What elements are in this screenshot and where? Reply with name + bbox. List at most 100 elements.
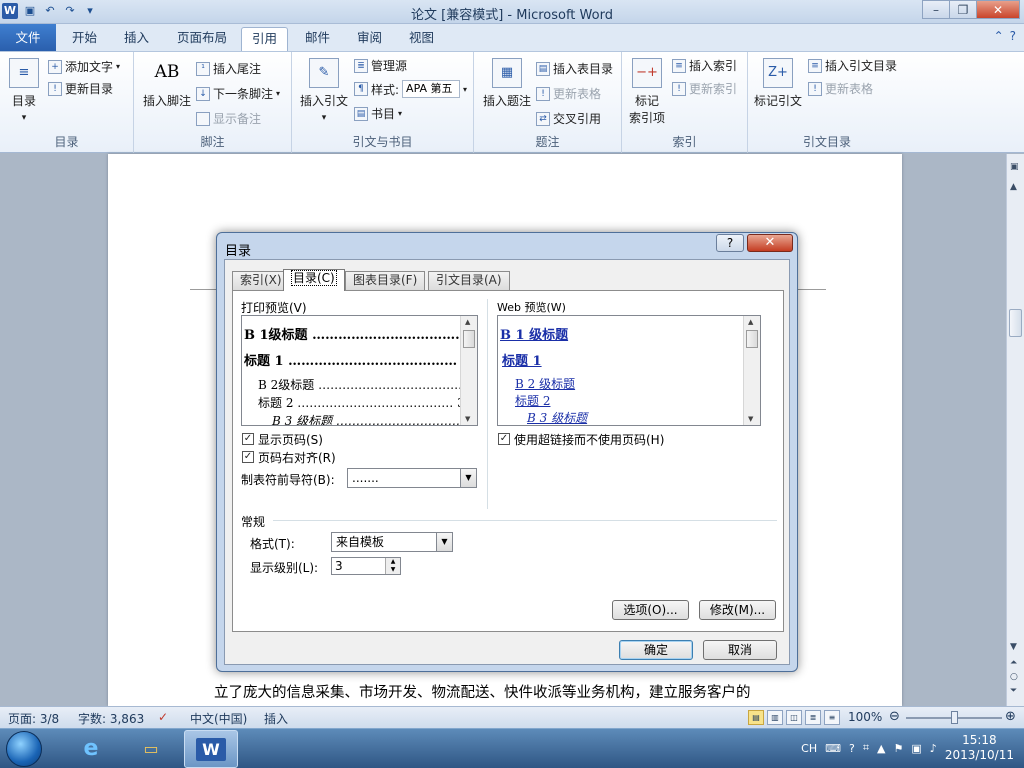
- restore-icon[interactable]: ❐: [949, 0, 977, 19]
- next-footnote-button[interactable]: ↓ 下一条脚注 ▾: [196, 85, 280, 102]
- insert-toa-button[interactable]: ≡ 插入引文目录: [808, 57, 897, 74]
- modify-button[interactable]: 修改(M)...: [699, 600, 776, 620]
- update-table-button[interactable]: ! 更新表格: [536, 85, 601, 102]
- divider: [273, 520, 777, 521]
- tab-file[interactable]: 文件: [0, 24, 56, 51]
- insert-citation-button[interactable]: ✎ 插入引文 ▾: [296, 58, 352, 123]
- help-icon[interactable]: ?: [849, 742, 855, 755]
- show-page-numbers-checkbox[interactable]: ✓: [242, 433, 254, 445]
- right-align-label[interactable]: 页码右对齐(R): [258, 449, 336, 466]
- web-preview-box[interactable]: B 1 级标题 标题 1 B 2 级标题 标题 2 B 3 级标题 ▲ ▼: [497, 315, 761, 426]
- language-indicator[interactable]: 中文(中国): [190, 710, 247, 727]
- tab-mailings[interactable]: 邮件: [295, 27, 340, 51]
- tab-index[interactable]: 索引(X): [232, 271, 290, 290]
- ruler-toggle-icon[interactable]: ▣: [1010, 162, 1019, 172]
- draft-icon[interactable]: ≡: [824, 710, 840, 725]
- toc-button[interactable]: ≡ 目录 ▾: [6, 58, 42, 123]
- tab-home[interactable]: 开始: [62, 27, 107, 51]
- zoom-slider-thumb[interactable]: [951, 711, 958, 724]
- volume-icon[interactable]: ♪: [930, 742, 937, 755]
- clock[interactable]: 15:18 2013/10/11: [945, 733, 1014, 763]
- document-text-line[interactable]: 立了庞大的信息采集、市场开发、物流配送、快件收派等业务机构，建立服务客户的: [214, 681, 751, 702]
- add-text-button[interactable]: + 添加文字 ▾: [48, 58, 120, 75]
- insert-mode-indicator[interactable]: 插入: [264, 710, 288, 727]
- next-page-icon[interactable]: ⏷: [1010, 686, 1017, 696]
- help-icon[interactable]: ?: [1010, 29, 1016, 43]
- zoom-in-icon[interactable]: ⊕: [1005, 709, 1016, 724]
- bibliography-button[interactable]: ▤ 书目 ▾: [354, 105, 402, 122]
- print-layout-icon[interactable]: ▤: [748, 710, 764, 725]
- dialog-close-button[interactable]: ✕: [747, 234, 793, 252]
- minimize-icon[interactable]: –: [922, 0, 950, 19]
- show-page-numbers-label[interactable]: 显示页码(S): [258, 431, 323, 448]
- manage-sources-button[interactable]: ≣ 管理源: [354, 57, 407, 74]
- use-hyperlinks-checkbox[interactable]: ✓: [498, 433, 510, 445]
- tab-table-of-figures[interactable]: 图表目录(F): [345, 271, 426, 290]
- style-selector[interactable]: ¶ 样式: APA 第五 ▾: [354, 80, 467, 98]
- tab-toc[interactable]: 目录(C): [283, 269, 345, 291]
- right-align-checkbox[interactable]: ✓: [242, 451, 254, 463]
- cross-reference-button[interactable]: ⇄ 交叉引用: [536, 110, 601, 127]
- action-center-icon[interactable]: ⚑: [894, 742, 904, 755]
- internet-explorer-icon[interactable]: e: [64, 730, 118, 768]
- input-language[interactable]: CH: [801, 742, 817, 755]
- chevron-down-icon[interactable]: ▼: [436, 533, 452, 551]
- previous-page-icon[interactable]: ⏶: [1010, 658, 1017, 668]
- tab-page-layout[interactable]: 页面布局: [167, 27, 237, 51]
- network-icon[interactable]: ▣: [911, 742, 921, 755]
- insert-endnote-button[interactable]: ¹ 插入尾注: [196, 60, 261, 77]
- start-button[interactable]: [6, 731, 42, 767]
- use-hyperlinks-label[interactable]: 使用超链接而不使用页码(H): [514, 431, 664, 448]
- update-toc-button[interactable]: ! 更新目录: [48, 80, 113, 97]
- chevron-down-icon[interactable]: ▼: [460, 469, 476, 487]
- scroll-up-icon[interactable]: ▲: [1010, 182, 1017, 192]
- vertical-scrollbar[interactable]: ▣ ▲ ▼ ⏶ ○ ⏷: [1006, 154, 1024, 706]
- tab-table-of-authorities[interactable]: 引文目录(A): [428, 271, 510, 290]
- web-layout-icon[interactable]: ◫: [786, 710, 802, 725]
- show-notes-button[interactable]: 显示备注: [196, 110, 261, 127]
- scroll-down-icon[interactable]: ▼: [1010, 642, 1017, 652]
- spinner-arrows-icon[interactable]: ▲ ▼: [385, 558, 400, 574]
- insert-toa-icon: ≡: [808, 58, 822, 73]
- full-screen-reading-icon[interactable]: ▥: [767, 710, 783, 725]
- insert-index-button[interactable]: ≡ 插入索引: [672, 57, 737, 74]
- tab-review[interactable]: 审阅: [347, 27, 392, 51]
- options-button[interactable]: 选项(O)...: [612, 600, 689, 620]
- outline-icon[interactable]: ≣: [805, 710, 821, 725]
- page-indicator[interactable]: 页面: 3/8: [8, 710, 59, 727]
- scroll-up-icon: ▲: [465, 318, 471, 326]
- tab-view[interactable]: 视图: [399, 27, 444, 51]
- print-preview-scrollbar[interactable]: ▲ ▼: [460, 316, 477, 425]
- mark-entry-button[interactable]: −+ 标记 索引项: [626, 58, 668, 126]
- formats-select[interactable]: 来自模板 ▼: [331, 532, 453, 552]
- update-index-button[interactable]: ! 更新索引: [672, 80, 737, 97]
- tab-insert[interactable]: 插入: [114, 27, 159, 51]
- insert-footnote-button[interactable]: AB 插入脚注: [138, 58, 196, 109]
- tab-references[interactable]: 引用: [241, 27, 289, 51]
- show-hidden-icons-icon[interactable]: ▲: [877, 742, 885, 755]
- scroll-thumb[interactable]: [1009, 309, 1022, 337]
- browse-object-icon[interactable]: ○: [1010, 672, 1018, 682]
- proofing-icon[interactable]: ✓: [158, 710, 168, 724]
- ime-icon[interactable]: ⌗: [863, 741, 869, 755]
- cancel-button[interactable]: 取消: [703, 640, 777, 660]
- keyboard-icon[interactable]: ⌨: [825, 742, 841, 755]
- insert-caption-button[interactable]: ▦ 插入题注: [478, 58, 536, 109]
- update-toa-button[interactable]: ! 更新表格: [808, 80, 873, 97]
- word-count[interactable]: 字数: 3,863: [78, 710, 144, 727]
- close-icon[interactable]: ✕: [976, 0, 1020, 19]
- zoom-level[interactable]: 100%: [848, 710, 882, 724]
- style-value[interactable]: APA 第五: [402, 80, 461, 98]
- word-taskbar-icon[interactable]: W: [184, 730, 238, 768]
- web-preview-scrollbar[interactable]: ▲ ▼: [743, 316, 760, 425]
- file-explorer-icon[interactable]: ▭: [124, 730, 178, 768]
- ribbon-collapse-icon[interactable]: ⌃: [994, 29, 1004, 43]
- ok-button[interactable]: 确定: [619, 640, 693, 660]
- mark-citation-button[interactable]: Z+ 标记引文: [752, 58, 804, 109]
- show-levels-spinner[interactable]: 3 ▲ ▼: [331, 557, 401, 575]
- print-preview-box[interactable]: B 1级标题 ……………………………… 1 标题 1 ……………………………………: [241, 315, 478, 426]
- dialog-help-button[interactable]: ?: [716, 234, 744, 252]
- tab-leader-select[interactable]: ....... ▼: [347, 468, 477, 488]
- zoom-out-icon[interactable]: ⊖: [889, 709, 900, 724]
- insert-table-of-figures-button[interactable]: ▤ 插入表目录: [536, 60, 613, 77]
